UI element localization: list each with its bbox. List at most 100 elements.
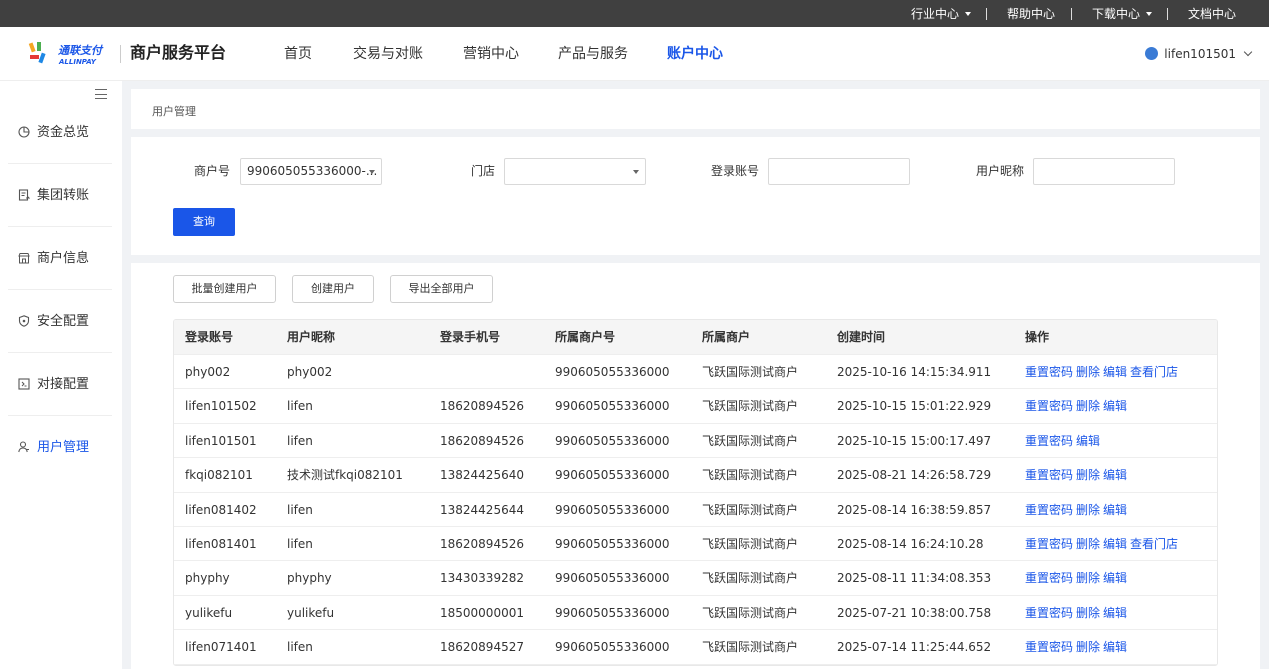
nav-products[interactable]: 产品与服务 [558, 27, 628, 81]
edit-link[interactable]: 编辑 [1103, 571, 1127, 585]
phone-cell: 18620894526 [440, 433, 524, 448]
create-user-button[interactable]: 创建用户 [292, 275, 374, 303]
created-time-cell: 2025-10-15 15:00:17.497 [837, 433, 992, 448]
table-row: lifen101502 lifen 18620894526 9906050553360… [174, 389, 1217, 424]
merchant-name-cell: 飞跃国际测试商户 [702, 640, 799, 655]
edit-link[interactable]: 编辑 [1103, 537, 1127, 551]
operations-cell: 重置密码 删除 编辑 [1025, 561, 1130, 594]
column-header: 登录账号 [185, 330, 234, 344]
sidebar-item-integration[interactable]: 对接配置 [8, 354, 112, 416]
store-icon [18, 252, 30, 264]
nav-marketing[interactable]: 营销中心 [463, 27, 519, 81]
column-header: 所属商户 [702, 330, 751, 344]
created-time-cell: 2025-10-16 14:15:34.911 [837, 365, 992, 379]
edit-link[interactable]: 编辑 [1103, 606, 1127, 620]
merchant-name-cell: 飞跃国际测试商户 [702, 536, 799, 551]
menu-toggle-icon[interactable] [95, 89, 107, 99]
sidebar-item-label: 集团转账 [37, 188, 90, 203]
export-all-users-button[interactable]: 导出全部用户 [390, 275, 493, 303]
nickname-input[interactable] [1033, 158, 1175, 185]
phone-cell: 13824425640 [440, 468, 524, 483]
nickname-cell: lifen [287, 536, 313, 551]
divider [1071, 8, 1072, 20]
download-center-label: 下载中心 [1092, 7, 1141, 21]
nav-transactions[interactable]: 交易与对账 [353, 27, 423, 81]
store-select[interactable] [504, 158, 646, 185]
delete-link[interactable]: 删除 [1076, 365, 1100, 379]
delete-link[interactable]: 删除 [1076, 640, 1100, 654]
delete-link[interactable]: 删除 [1076, 537, 1100, 551]
main-header: 通联支付 ALLINPAY 商户服务平台 首页 交易与对账 营销中心 产品与服务… [0, 27, 1269, 81]
reset-password-link[interactable]: 重置密码 [1025, 365, 1073, 379]
divider [1167, 8, 1168, 20]
delete-link[interactable]: 删除 [1076, 571, 1100, 585]
batch-create-users-button[interactable]: 批量创建用户 [173, 275, 276, 303]
table-row: lifen081401 lifen 18620894526 9906050553360… [174, 527, 1217, 562]
merchant-no-cell: 990605055336000 [555, 365, 670, 379]
divider [986, 8, 987, 20]
nickname-cell: phy002 [287, 365, 333, 379]
edit-link[interactable]: 编辑 [1103, 468, 1127, 482]
merchant-no-cell: 990605055336000 [555, 605, 670, 620]
view-stores-link[interactable]: 查看门店 [1130, 537, 1178, 551]
docs-center-link[interactable]: 文档中心 [1188, 0, 1236, 27]
merchant-no-value: 990605055336000-... [247, 164, 378, 178]
merchant-no-select[interactable]: 990605055336000-... [240, 158, 382, 185]
caret-down-icon [633, 170, 639, 174]
edit-link[interactable]: 编辑 [1103, 503, 1127, 517]
username: lifen101501 [1164, 47, 1236, 61]
merchant-no-cell: 990605055336000 [555, 536, 670, 551]
nav-home[interactable]: 首页 [284, 27, 312, 81]
user-menu[interactable]: lifen101501 [1145, 27, 1253, 81]
login-account-input[interactable] [768, 158, 910, 185]
reset-password-link[interactable]: 重置密码 [1025, 571, 1073, 585]
help-center-link[interactable]: 帮助中心 [1007, 0, 1055, 27]
sidebar-item-fund-overview[interactable]: 资金总览 [8, 102, 112, 164]
reset-password-link[interactable]: 重置密码 [1025, 434, 1073, 448]
created-time-cell: 2025-10-15 15:01:22.929 [837, 399, 992, 414]
edit-link[interactable]: 编辑 [1103, 399, 1127, 413]
edit-link[interactable]: 编辑 [1103, 365, 1127, 379]
delete-link[interactable]: 删除 [1076, 606, 1100, 620]
logo-en-text: ALLINPAY [58, 58, 97, 66]
reset-password-link[interactable]: 重置密码 [1025, 468, 1073, 482]
delete-link[interactable]: 删除 [1076, 399, 1100, 413]
reset-password-link[interactable]: 重置密码 [1025, 537, 1073, 551]
login-account-cell: phy002 [185, 365, 231, 379]
industry-center-menu[interactable]: 行业中心 [911, 0, 972, 27]
sidebar-item-merchant-info[interactable]: 商户信息 [8, 228, 112, 290]
created-time-cell: 2025-07-21 10:38:00.758 [837, 605, 992, 620]
transfer-doc-icon [18, 188, 30, 201]
nickname-cell: yulikefu [287, 605, 335, 620]
reset-password-link[interactable]: 重置密码 [1025, 399, 1073, 413]
merchant-no-label: 商户号 [193, 164, 230, 178]
nickname-cell: lifen [287, 399, 313, 414]
platform-title: 商户服务平台 [130, 43, 227, 62]
sidebar-item-group-transfer[interactable]: 集团转账 [8, 165, 112, 227]
avatar-icon [1145, 47, 1159, 60]
nickname-cell: lifen [287, 502, 313, 517]
reset-password-link[interactable]: 重置密码 [1025, 503, 1073, 517]
allinpay-logo[interactable]: 通联支付 ALLINPAY [28, 41, 118, 67]
download-center-menu[interactable]: 下载中心 [1092, 0, 1153, 27]
view-stores-link[interactable]: 查看门店 [1130, 365, 1178, 379]
sidebar-item-user-management[interactable]: 用户管理 [8, 417, 112, 479]
reset-password-link[interactable]: 重置密码 [1025, 640, 1073, 654]
reset-password-link[interactable]: 重置密码 [1025, 606, 1073, 620]
nickname-cell: phyphy [287, 571, 332, 586]
edit-link[interactable]: 编辑 [1076, 434, 1100, 448]
merchant-name-cell: 飞跃国际测试商户 [702, 365, 799, 379]
nav-account-center[interactable]: 账户中心 [667, 27, 723, 81]
query-button[interactable]: 查询 [173, 208, 235, 236]
delete-link[interactable]: 删除 [1076, 503, 1100, 517]
merchant-no-cell: 990605055336000 [555, 502, 670, 517]
edit-link[interactable]: 编辑 [1103, 640, 1127, 654]
table-header-row: 登录账号 用户昵称 登录手机号 所属商户号 所属商户 创建时间 操作 [174, 320, 1217, 355]
delete-link[interactable]: 删除 [1076, 468, 1100, 482]
table-row: lifen101501 lifen 18620894526 9906050553360… [174, 424, 1217, 459]
sidebar-item-security[interactable]: 安全配置 [8, 291, 112, 353]
merchant-name-cell: 飞跃国际测试商户 [702, 571, 799, 586]
sidebar-item-label: 资金总览 [37, 125, 90, 140]
table-panel: 批量创建用户 创建用户 导出全部用户 登录账号 用户昵称 登录手机号 所属商户号… [131, 263, 1260, 669]
allinpay-logo-mark: 通联支付 ALLINPAY [28, 42, 104, 66]
